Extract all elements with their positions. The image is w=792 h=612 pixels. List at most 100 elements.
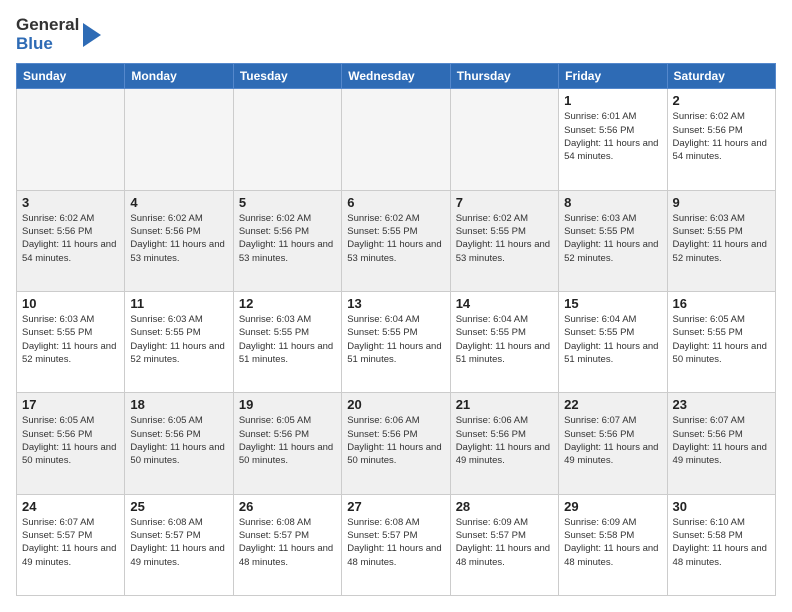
day-number: 22 [564, 397, 661, 412]
table-row: 7 Sunrise: 6:02 AM Sunset: 5:55 PM Dayli… [450, 190, 558, 291]
day-number: 7 [456, 195, 553, 210]
table-row: 23 Sunrise: 6:07 AM Sunset: 5:56 PM Dayl… [667, 393, 775, 494]
table-row: 20 Sunrise: 6:06 AM Sunset: 5:56 PM Dayl… [342, 393, 450, 494]
table-row: 15 Sunrise: 6:04 AM Sunset: 5:55 PM Dayl… [559, 292, 667, 393]
day-info: Sunrise: 6:06 AM Sunset: 5:56 PM Dayligh… [347, 414, 444, 467]
col-saturday: Saturday [667, 64, 775, 89]
table-row: 18 Sunrise: 6:05 AM Sunset: 5:56 PM Dayl… [125, 393, 233, 494]
day-info: Sunrise: 6:01 AM Sunset: 5:56 PM Dayligh… [564, 110, 661, 163]
table-row: 27 Sunrise: 6:08 AM Sunset: 5:57 PM Dayl… [342, 494, 450, 595]
table-row: 17 Sunrise: 6:05 AM Sunset: 5:56 PM Dayl… [17, 393, 125, 494]
day-info: Sunrise: 6:04 AM Sunset: 5:55 PM Dayligh… [456, 313, 553, 366]
table-row: 5 Sunrise: 6:02 AM Sunset: 5:56 PM Dayli… [233, 190, 341, 291]
table-row: 9 Sunrise: 6:03 AM Sunset: 5:55 PM Dayli… [667, 190, 775, 291]
day-number: 26 [239, 499, 336, 514]
day-number: 23 [673, 397, 770, 412]
day-info: Sunrise: 6:05 AM Sunset: 5:56 PM Dayligh… [239, 414, 336, 467]
day-info: Sunrise: 6:09 AM Sunset: 5:57 PM Dayligh… [456, 516, 553, 569]
day-info: Sunrise: 6:10 AM Sunset: 5:58 PM Dayligh… [673, 516, 770, 569]
table-row: 19 Sunrise: 6:05 AM Sunset: 5:56 PM Dayl… [233, 393, 341, 494]
day-info: Sunrise: 6:06 AM Sunset: 5:56 PM Dayligh… [456, 414, 553, 467]
day-info: Sunrise: 6:03 AM Sunset: 5:55 PM Dayligh… [239, 313, 336, 366]
day-number: 8 [564, 195, 661, 210]
day-info: Sunrise: 6:02 AM Sunset: 5:56 PM Dayligh… [673, 110, 770, 163]
logo-arrow-icon [81, 17, 103, 53]
day-info: Sunrise: 6:03 AM Sunset: 5:55 PM Dayligh… [564, 212, 661, 265]
day-number: 12 [239, 296, 336, 311]
logo-general-text: General [16, 16, 79, 35]
table-row: 2 Sunrise: 6:02 AM Sunset: 5:56 PM Dayli… [667, 89, 775, 190]
day-number: 30 [673, 499, 770, 514]
day-info: Sunrise: 6:02 AM Sunset: 5:55 PM Dayligh… [347, 212, 444, 265]
table-row: 8 Sunrise: 6:03 AM Sunset: 5:55 PM Dayli… [559, 190, 667, 291]
day-info: Sunrise: 6:07 AM Sunset: 5:57 PM Dayligh… [22, 516, 119, 569]
calendar-week-row: 3 Sunrise: 6:02 AM Sunset: 5:56 PM Dayli… [17, 190, 776, 291]
day-number: 16 [673, 296, 770, 311]
day-number: 19 [239, 397, 336, 412]
table-row [125, 89, 233, 190]
day-number: 1 [564, 93, 661, 108]
table-row [342, 89, 450, 190]
table-row: 21 Sunrise: 6:06 AM Sunset: 5:56 PM Dayl… [450, 393, 558, 494]
table-row: 25 Sunrise: 6:08 AM Sunset: 5:57 PM Dayl… [125, 494, 233, 595]
logo-blue-text: Blue [16, 35, 79, 54]
day-info: Sunrise: 6:04 AM Sunset: 5:55 PM Dayligh… [347, 313, 444, 366]
table-row [450, 89, 558, 190]
day-number: 28 [456, 499, 553, 514]
day-number: 27 [347, 499, 444, 514]
day-number: 5 [239, 195, 336, 210]
day-info: Sunrise: 6:02 AM Sunset: 5:56 PM Dayligh… [22, 212, 119, 265]
calendar-week-row: 24 Sunrise: 6:07 AM Sunset: 5:57 PM Dayl… [17, 494, 776, 595]
calendar-week-row: 1 Sunrise: 6:01 AM Sunset: 5:56 PM Dayli… [17, 89, 776, 190]
table-row: 28 Sunrise: 6:09 AM Sunset: 5:57 PM Dayl… [450, 494, 558, 595]
day-info: Sunrise: 6:08 AM Sunset: 5:57 PM Dayligh… [239, 516, 336, 569]
day-number: 4 [130, 195, 227, 210]
col-sunday: Sunday [17, 64, 125, 89]
day-info: Sunrise: 6:08 AM Sunset: 5:57 PM Dayligh… [130, 516, 227, 569]
day-number: 11 [130, 296, 227, 311]
table-row: 3 Sunrise: 6:02 AM Sunset: 5:56 PM Dayli… [17, 190, 125, 291]
day-info: Sunrise: 6:02 AM Sunset: 5:56 PM Dayligh… [239, 212, 336, 265]
day-info: Sunrise: 6:05 AM Sunset: 5:55 PM Dayligh… [673, 313, 770, 366]
day-number: 14 [456, 296, 553, 311]
header: General Blue [16, 16, 776, 53]
table-row: 4 Sunrise: 6:02 AM Sunset: 5:56 PM Dayli… [125, 190, 233, 291]
day-info: Sunrise: 6:07 AM Sunset: 5:56 PM Dayligh… [564, 414, 661, 467]
day-info: Sunrise: 6:03 AM Sunset: 5:55 PM Dayligh… [130, 313, 227, 366]
day-number: 24 [22, 499, 119, 514]
table-row: 14 Sunrise: 6:04 AM Sunset: 5:55 PM Dayl… [450, 292, 558, 393]
day-number: 9 [673, 195, 770, 210]
day-info: Sunrise: 6:03 AM Sunset: 5:55 PM Dayligh… [673, 212, 770, 265]
table-row: 10 Sunrise: 6:03 AM Sunset: 5:55 PM Dayl… [17, 292, 125, 393]
table-row: 16 Sunrise: 6:05 AM Sunset: 5:55 PM Dayl… [667, 292, 775, 393]
table-row: 30 Sunrise: 6:10 AM Sunset: 5:58 PM Dayl… [667, 494, 775, 595]
col-wednesday: Wednesday [342, 64, 450, 89]
logo: General Blue [16, 16, 103, 53]
table-row: 11 Sunrise: 6:03 AM Sunset: 5:55 PM Dayl… [125, 292, 233, 393]
day-number: 10 [22, 296, 119, 311]
calendar-header-row: Sunday Monday Tuesday Wednesday Thursday… [17, 64, 776, 89]
day-info: Sunrise: 6:02 AM Sunset: 5:56 PM Dayligh… [130, 212, 227, 265]
day-number: 18 [130, 397, 227, 412]
col-tuesday: Tuesday [233, 64, 341, 89]
day-number: 15 [564, 296, 661, 311]
table-row [17, 89, 125, 190]
table-row: 6 Sunrise: 6:02 AM Sunset: 5:55 PM Dayli… [342, 190, 450, 291]
col-friday: Friday [559, 64, 667, 89]
day-number: 25 [130, 499, 227, 514]
day-number: 6 [347, 195, 444, 210]
day-info: Sunrise: 6:09 AM Sunset: 5:58 PM Dayligh… [564, 516, 661, 569]
table-row: 13 Sunrise: 6:04 AM Sunset: 5:55 PM Dayl… [342, 292, 450, 393]
day-number: 3 [22, 195, 119, 210]
col-thursday: Thursday [450, 64, 558, 89]
day-info: Sunrise: 6:02 AM Sunset: 5:55 PM Dayligh… [456, 212, 553, 265]
day-number: 21 [456, 397, 553, 412]
day-info: Sunrise: 6:05 AM Sunset: 5:56 PM Dayligh… [130, 414, 227, 467]
day-info: Sunrise: 6:04 AM Sunset: 5:55 PM Dayligh… [564, 313, 661, 366]
day-info: Sunrise: 6:08 AM Sunset: 5:57 PM Dayligh… [347, 516, 444, 569]
day-number: 20 [347, 397, 444, 412]
day-number: 2 [673, 93, 770, 108]
table-row [233, 89, 341, 190]
day-number: 17 [22, 397, 119, 412]
day-number: 13 [347, 296, 444, 311]
